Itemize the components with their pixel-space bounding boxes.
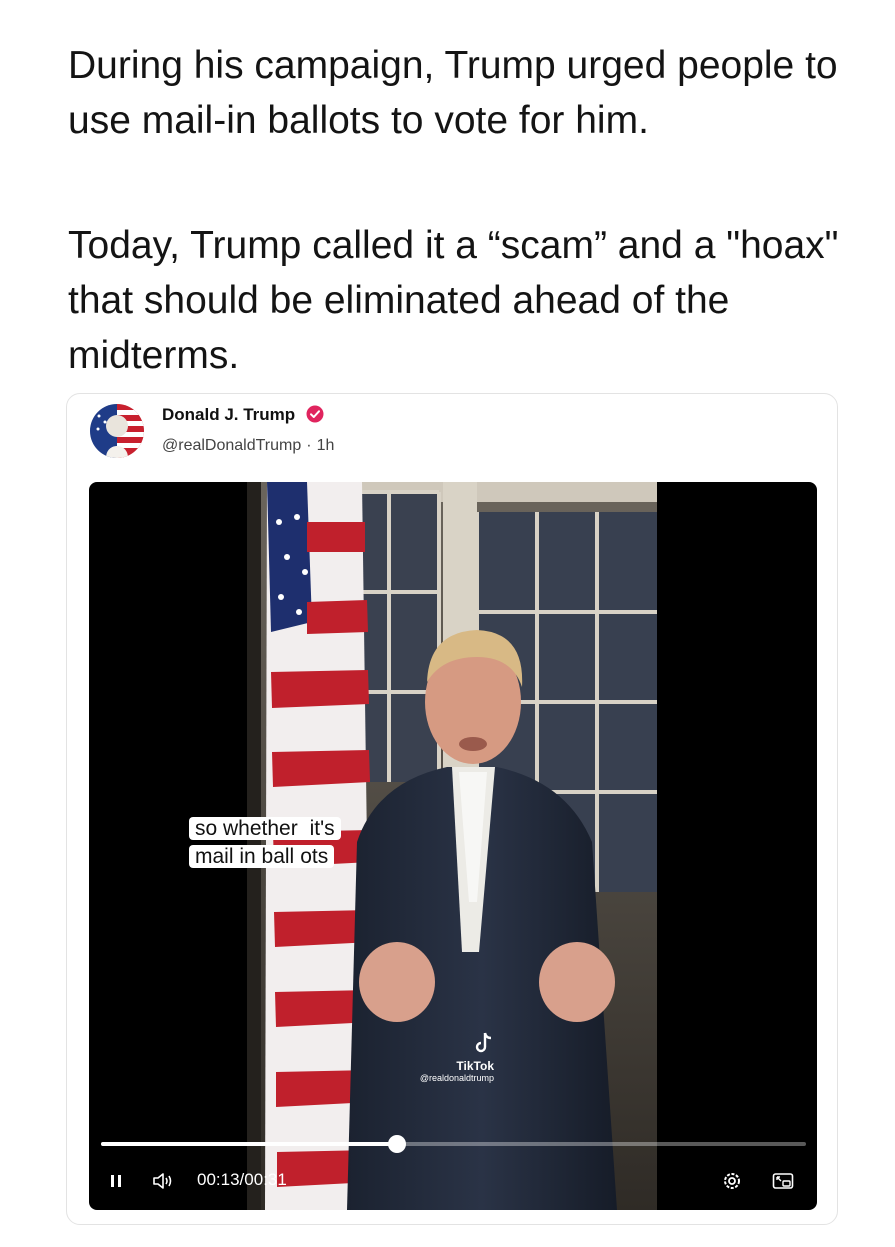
- post-timestamp[interactable]: 1h: [317, 437, 335, 454]
- volume-button[interactable]: [151, 1166, 175, 1196]
- time-display: 00:13/00:31: [197, 1170, 287, 1190]
- picture-in-picture-icon: [772, 1173, 794, 1189]
- subtitle-line-2-text: mail in ball: [192, 845, 298, 868]
- subtitle-line-1: so whether it's: [189, 815, 341, 843]
- author-name[interactable]: Donald J. Trump: [162, 405, 295, 424]
- player-controls: 00:13/00:31: [89, 1166, 817, 1196]
- picture-in-picture-button[interactable]: [772, 1166, 794, 1196]
- subtitle-line-2-word: ots: [297, 845, 332, 868]
- author-meta: @realDonaldTrump · 1h: [162, 437, 334, 455]
- progress-bar[interactable]: [101, 1135, 806, 1153]
- video-subtitle: so whether it's mail in ball ots: [189, 815, 341, 871]
- subtitle-line-1-text: so whether: [192, 817, 307, 840]
- tiktok-brand: TikTok: [456, 1059, 494, 1073]
- current-time: 00:13: [197, 1170, 240, 1189]
- embedded-post-card[interactable]: Donald J. Trump @realDonaldTrump · 1h so…: [66, 393, 838, 1225]
- subtitle-line-2: mail in ball ots: [189, 843, 341, 871]
- post-text-paragraph-2: Today, Trump called it a “scam” and a "h…: [68, 224, 839, 377]
- settings-icon: [724, 1173, 740, 1189]
- tiktok-username: @realdonaldtrump: [419, 1073, 494, 1083]
- subtitle-line-1-word: it's: [306, 817, 338, 840]
- avatar[interactable]: [90, 404, 144, 458]
- author-handle[interactable]: @realDonaldTrump: [162, 437, 301, 454]
- tiktok-watermark: TikTok @realdonaldtrump: [379, 1032, 494, 1083]
- meta-separator: ·: [306, 437, 312, 454]
- verified-badge-icon: [306, 405, 324, 428]
- video-player[interactable]: so whether it's mail in ball ots TikTok @…: [89, 482, 817, 1210]
- duration: 00:31: [244, 1170, 287, 1189]
- flag-portrait-avatar-icon: [90, 404, 144, 458]
- tiktok-logo-icon: [475, 1032, 492, 1053]
- pause-icon: [111, 1175, 121, 1187]
- progress-scrubber[interactable]: [388, 1135, 407, 1153]
- author-name-row[interactable]: Donald J. Trump: [162, 405, 324, 428]
- pause-button[interactable]: [109, 1166, 123, 1196]
- progress-fill: [101, 1142, 398, 1146]
- volume-icon: [153, 1173, 172, 1189]
- post-text-paragraph-1: During his campaign, Trump urged people …: [68, 44, 838, 142]
- settings-button[interactable]: [721, 1166, 743, 1196]
